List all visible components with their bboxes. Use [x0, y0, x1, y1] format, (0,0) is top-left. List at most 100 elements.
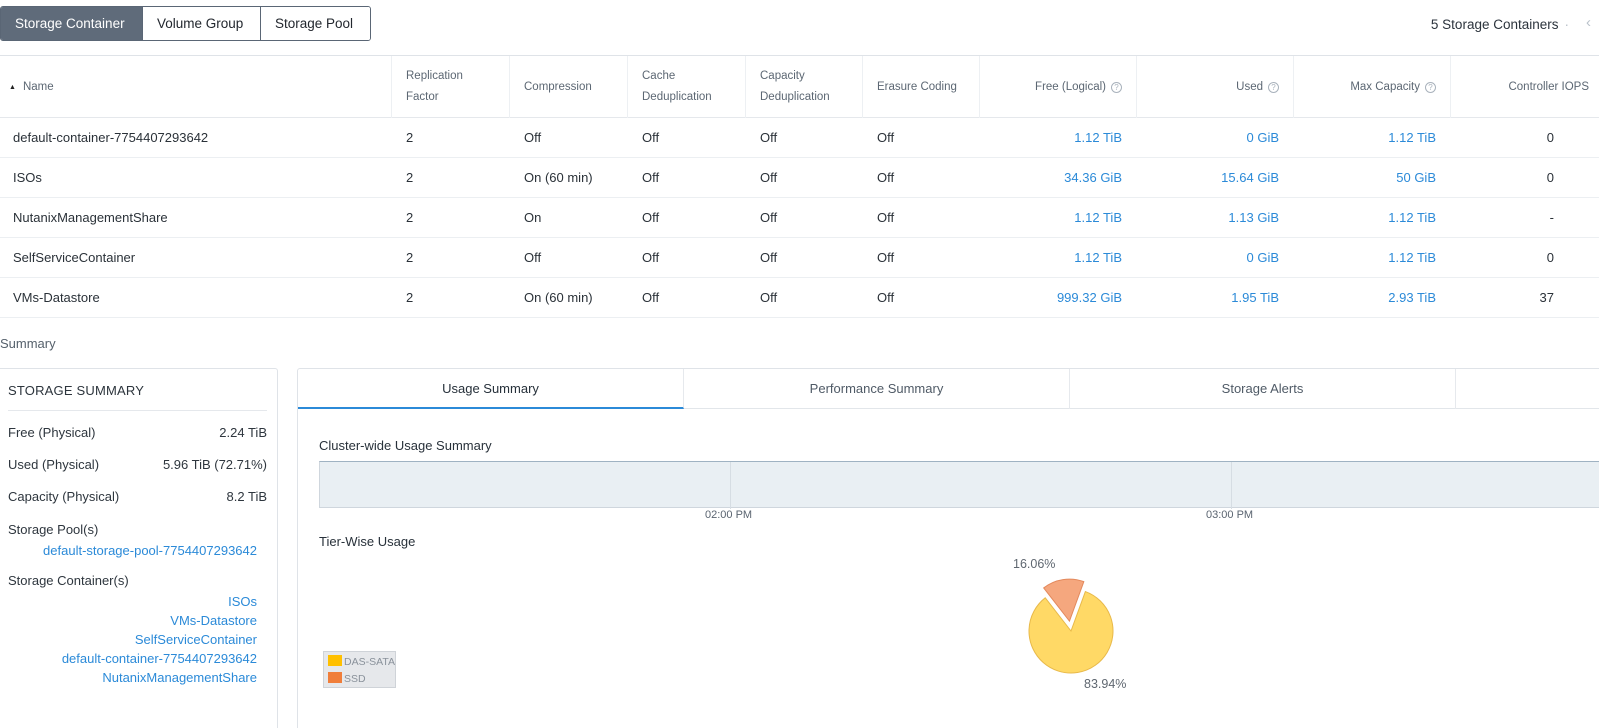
- table-row[interactable]: VMs-Datastore 2 On (60 min) Off Off Off 999.32…: [0, 278, 1599, 318]
- cell-max[interactable]: 1.12 TiB: [1293, 118, 1436, 158]
- cell-name: default-container-7754407293642: [13, 130, 209, 145]
- col-erasure[interactable]: Erasure Coding: [862, 56, 979, 118]
- cell-erasure: Off: [877, 130, 895, 145]
- tab-performance-summary[interactable]: Performance Summary: [684, 369, 1070, 409]
- col-used[interactable]: Used?: [1136, 56, 1293, 118]
- col-compression-label: Compression: [524, 80, 592, 93]
- cell-max[interactable]: 1.12 TiB: [1293, 238, 1436, 278]
- used-physical-label: Used (Physical): [8, 457, 100, 472]
- col-erasure-label: Erasure Coding: [877, 80, 957, 93]
- tab-storage-alerts[interactable]: Storage Alerts: [1070, 369, 1456, 409]
- container-count-text: 5 Storage Containers: [1430, 17, 1559, 32]
- cell-free[interactable]: 1.12 TiB: [979, 198, 1122, 238]
- col-name-label: Name: [22, 80, 54, 93]
- containers-table: ▲ Name Replication Factor Compression Cac…: [0, 56, 1599, 318]
- col-capacity-dedup[interactable]: Capacity Deduplication: [745, 56, 862, 118]
- free-physical-row: Free (Physical) 2.24 TiB: [8, 425, 267, 440]
- table-row[interactable]: ISOs 2 On (60 min) Off Off Off 34.36 GiB 15.64 …: [0, 158, 1599, 198]
- col-replication-line2: Factor: [406, 91, 439, 103]
- cell-max[interactable]: 50 GiB: [1293, 158, 1436, 198]
- table-row[interactable]: NutanixManagementShare 2 On Off Off Off 1.12 T…: [0, 198, 1599, 238]
- cell-name: SelfServiceContainer: [13, 250, 136, 265]
- tab-usage-summary[interactable]: Usage Summary: [298, 369, 684, 409]
- cell-cache: Off: [642, 210, 660, 225]
- container-link[interactable]: default-container-7754407293642: [62, 651, 257, 666]
- capacity-physical-value: 8.2 TiB: [226, 489, 267, 504]
- help-icon[interactable]: ?: [1111, 81, 1122, 93]
- cell-cache: Off: [642, 170, 660, 185]
- free-physical-label: Free (Physical): [8, 425, 96, 440]
- usage-timeline-chart[interactable]: [319, 461, 1599, 509]
- legend-item: DAS-SATA: [328, 655, 395, 668]
- gridline: [730, 462, 731, 509]
- cell-cache: Off: [642, 130, 660, 145]
- cell-compression: On (60 min): [524, 290, 593, 305]
- cell-iops: 0: [1546, 250, 1554, 265]
- cell-iops: 0: [1546, 170, 1554, 185]
- cell-used[interactable]: 15.64 GiB: [1136, 158, 1279, 198]
- col-name[interactable]: ▲ Name: [0, 56, 391, 118]
- col-free[interactable]: Free (Logical)?: [979, 56, 1136, 118]
- container-link[interactable]: ISOs: [228, 594, 257, 609]
- tier-usage-pie[interactable]: [1023, 569, 1133, 679]
- container-count: 5 Storage Containers ·: [1431, 17, 1569, 32]
- top-bar: Storage Container Volume Group Storage P…: [0, 0, 1599, 56]
- storage-pools-label: Storage Pool(s): [8, 522, 99, 537]
- table-header: ▲ Name Replication Factor Compression Cac…: [0, 56, 1599, 118]
- sort-asc-icon[interactable]: ▲: [9, 77, 16, 98]
- cell-capdedup: Off: [760, 290, 778, 305]
- cell-used[interactable]: 0 GiB: [1136, 238, 1279, 278]
- tab-storage-container[interactable]: Storage Container: [1, 7, 143, 40]
- table-row[interactable]: SelfServiceContainer 2 Off Off Off Off 1.12 Ti…: [0, 238, 1599, 278]
- cell-max[interactable]: 1.12 TiB: [1293, 198, 1436, 238]
- cell-used[interactable]: 1.13 GiB: [1136, 198, 1279, 238]
- cell-free[interactable]: 1.12 TiB: [979, 118, 1122, 158]
- cell-cache: Off: [642, 290, 660, 305]
- cell-compression: Off: [524, 250, 542, 265]
- cell-erasure: Off: [877, 250, 895, 265]
- separator-dot: ·: [1564, 17, 1570, 32]
- summary-label: Summary: [0, 336, 56, 351]
- legend-swatch: [328, 655, 342, 666]
- cell-capdedup: Off: [760, 250, 778, 265]
- cell-iops: 0: [1546, 130, 1554, 145]
- table-row[interactable]: default-container-7754407293642 2 Off Off Of…: [0, 118, 1599, 158]
- tab-volume-group[interactable]: Volume Group: [143, 7, 261, 40]
- storage-summary-title: STORAGE SUMMARY: [8, 383, 145, 398]
- col-max[interactable]: Max Capacity?: [1293, 56, 1450, 118]
- col-capacity-line1: Capacity: [760, 70, 805, 82]
- used-physical-value: 5.96 TiB (72.71%): [162, 457, 267, 472]
- col-cache-line1: Cache: [642, 70, 676, 82]
- cell-free[interactable]: 34.36 GiB: [979, 158, 1122, 198]
- help-icon[interactable]: ?: [1425, 81, 1436, 93]
- cell-capdedup: Off: [760, 130, 778, 145]
- col-compression[interactable]: Compression: [509, 56, 627, 118]
- storage-pool-link[interactable]: default-storage-pool-7754407293642: [43, 543, 257, 558]
- cell-used[interactable]: 0 GiB: [1136, 118, 1279, 158]
- col-capacity-line2: Deduplication: [760, 91, 830, 103]
- container-link[interactable]: VMs-Datastore: [170, 613, 257, 628]
- col-cache-dedup[interactable]: Cache Deduplication: [627, 56, 745, 118]
- time-label: 02:00 PM: [705, 509, 753, 521]
- container-link[interactable]: SelfServiceContainer: [135, 632, 257, 647]
- container-link[interactable]: NutanixManagementShare: [102, 670, 257, 685]
- used-physical-row: Used (Physical) 5.96 TiB (72.71%): [8, 457, 267, 472]
- col-replication[interactable]: Replication Factor: [391, 56, 509, 118]
- col-iops[interactable]: Controller IOPS: [1450, 56, 1599, 118]
- cell-rf: 2: [406, 210, 414, 225]
- prev-page-icon[interactable]: ‹: [1586, 14, 1591, 31]
- tab-storage-pool[interactable]: Storage Pool: [261, 7, 370, 40]
- help-icon[interactable]: ?: [1268, 81, 1279, 93]
- free-physical-value: 2.24 TiB: [219, 425, 267, 440]
- cell-erasure: Off: [877, 290, 895, 305]
- cell-erasure: Off: [877, 210, 895, 225]
- cell-compression: On (60 min): [524, 170, 593, 185]
- cell-cache: Off: [642, 250, 660, 265]
- pie-label-ssd: 16.06%: [1013, 557, 1056, 571]
- cell-max[interactable]: 2.93 TiB: [1293, 278, 1436, 318]
- col-cache-line2: Deduplication: [642, 91, 712, 103]
- cell-free[interactable]: 1.12 TiB: [979, 238, 1122, 278]
- capacity-physical-label: Capacity (Physical): [8, 489, 120, 504]
- cell-free[interactable]: 999.32 GiB: [979, 278, 1122, 318]
- cell-used[interactable]: 1.95 TiB: [1136, 278, 1279, 318]
